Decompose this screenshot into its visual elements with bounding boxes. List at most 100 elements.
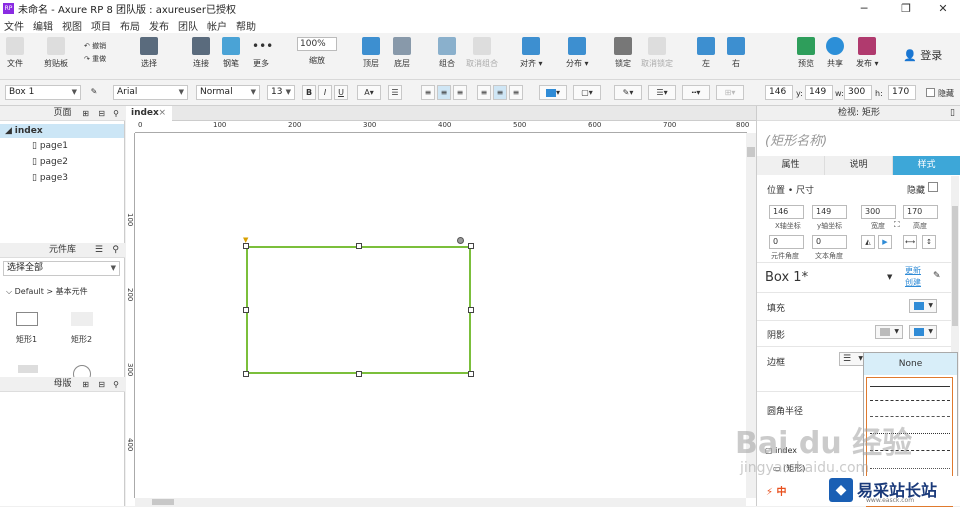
page-item[interactable]: ▯ page1 [32,141,68,151]
distribute-h-icon[interactable]: ⟷ [903,235,917,249]
dash-line-option[interactable] [870,400,950,401]
close-button[interactable]: ✕ [928,0,958,17]
page-item[interactable]: ▯ page3 [32,173,68,183]
tab-style[interactable]: 样式 [893,156,960,175]
create-style-link[interactable]: 创建 [905,277,921,288]
more-button[interactable]: ••• 更多 [252,37,273,69]
bold-button[interactable]: B [302,85,316,100]
group-button[interactable]: 组合 [438,37,456,69]
selected-rectangle[interactable] [246,246,471,374]
outer-shadow-picker[interactable]: ▼ [875,325,903,339]
arrow-style-button[interactable]: ⊞▾ [716,85,744,100]
font-style-select[interactable]: Normal ▼ [196,85,260,100]
zoom-control[interactable]: 100% 缩放 [297,37,337,66]
page-item[interactable]: ▯ page2 [32,157,68,167]
send-to-back-button[interactable]: 底层 [393,37,411,69]
menu-view[interactable]: 视图 [62,18,82,33]
undo-button[interactable]: ↶ 撤销 [84,41,106,51]
x-field[interactable]: 146 [765,85,793,100]
tab-notes[interactable]: 说明 [825,156,893,175]
preview-button[interactable]: 预览 [797,37,815,69]
bring-to-front-button[interactable]: 顶层 [362,37,380,69]
dash-dot-dot-line-option[interactable] [870,468,950,469]
resize-handle[interactable] [468,371,474,377]
connect-button[interactable]: 连接 [192,37,210,69]
menu-account[interactable]: 帐户 [207,18,227,33]
style-name[interactable]: Box 1* [765,270,808,285]
library-group[interactable]: ⌵ Default > 基本元件 [6,286,88,297]
flip-vertical-icon[interactable]: ▶ [878,235,892,249]
valign-middle-button[interactable]: ≡ [493,85,507,100]
style-edit-icon[interactable]: ✎ [87,85,101,100]
menu-icon[interactable]: ☰ [95,243,103,258]
image-widget[interactable] [18,365,38,373]
fill-color-button[interactable]: ▾ [539,85,567,100]
font-size-select[interactable]: 13 ▼ [267,85,295,100]
flip-horizontal-icon[interactable]: ◭ [861,235,875,249]
border-none-option[interactable]: None [864,353,957,375]
clipboard-button[interactable]: 剪贴板 [44,37,68,69]
tab-index[interactable]: index × [126,106,172,121]
line-color-button[interactable]: ✎▾ [614,85,642,100]
search-icon[interactable]: ⚲ [113,106,119,121]
rectangle1-widget[interactable] [16,312,38,326]
select-button[interactable]: 选择 [140,37,158,69]
right-button[interactable]: 右 [727,37,745,69]
italic-button[interactable]: I [318,85,332,100]
unlock-button[interactable]: 取消锁定 [641,37,673,69]
valign-bottom-button[interactable]: ≡ [509,85,523,100]
menu-project[interactable]: 项目 [91,18,111,33]
resize-handle[interactable] [468,307,474,313]
page-root[interactable]: ◢ index [0,124,124,138]
align-left-button[interactable]: ≡ [421,85,435,100]
search-icon[interactable]: ⚲ [113,377,119,392]
shape-name-input[interactable]: (矩形名称) [765,130,827,149]
rectangle2-widget[interactable] [71,312,93,326]
font-color-button[interactable]: A▾ [357,85,381,100]
resize-handle[interactable] [243,371,249,377]
menu-help[interactable]: 帮助 [236,18,256,33]
login-button[interactable]: 👤 登录 [903,47,942,63]
width-field[interactable]: 300 [861,205,896,219]
resize-handle[interactable] [243,307,249,313]
x-field[interactable]: 146 [769,205,804,219]
library-select[interactable]: 选择全部 ▼ [3,261,120,276]
corner-radius-handle[interactable]: ▼ [243,236,248,244]
text-rotation-field[interactable]: 0 [812,235,847,249]
inspector-scrollbar-thumb[interactable] [952,206,958,326]
ungroup-button[interactable]: 取消组合 [466,37,498,69]
resize-handle[interactable] [356,243,362,249]
resize-handle[interactable] [356,371,362,377]
line-width-button[interactable]: ☰▾ [648,85,676,100]
redo-button[interactable]: ↷ 重做 [84,54,106,64]
file-button[interactable]: 文件 [6,37,24,69]
valign-top-button[interactable]: ≡ [477,85,491,100]
left-button[interactable]: 左 [697,37,715,69]
hide-checkbox[interactable] [926,88,935,97]
font-family-select[interactable]: Arial ▼ [113,85,188,100]
hide-checkbox[interactable] [928,182,938,192]
inner-shadow-picker[interactable]: ▼ [909,325,937,339]
align-button[interactable]: 对齐 ▾ [520,37,543,69]
line-style-button[interactable]: ┅▾ [682,85,710,100]
scrollbar-thumb[interactable] [747,147,755,157]
chevron-down-icon[interactable]: ▼ [887,273,892,281]
menu-team[interactable]: 团队 [178,18,198,33]
menu-publish[interactable]: 发布 [149,18,169,33]
width-field[interactable]: 300 [844,85,872,100]
distribute-v-icon[interactable]: ↕ [922,235,936,249]
add-folder-icon[interactable]: ⊟ [98,377,105,392]
y-field[interactable]: 149 [812,205,847,219]
menu-edit[interactable]: 编辑 [33,18,53,33]
bullet-list-button[interactable]: ☰ [388,85,402,100]
hscrollbar-thumb[interactable] [152,499,174,505]
distribute-button[interactable]: 分布 ▾ [566,37,589,69]
share-button[interactable]: 共享 [826,37,844,69]
align-center-button[interactable]: ≡ [437,85,451,100]
canvas-hscrollbar[interactable] [135,498,746,506]
height-field[interactable]: 170 [903,205,938,219]
add-page-icon[interactable]: ⊞ [82,106,89,121]
search-icon[interactable]: ⚲ [112,243,119,258]
style-manager-icon[interactable]: ✎ [933,271,941,281]
resize-handle[interactable] [468,243,474,249]
